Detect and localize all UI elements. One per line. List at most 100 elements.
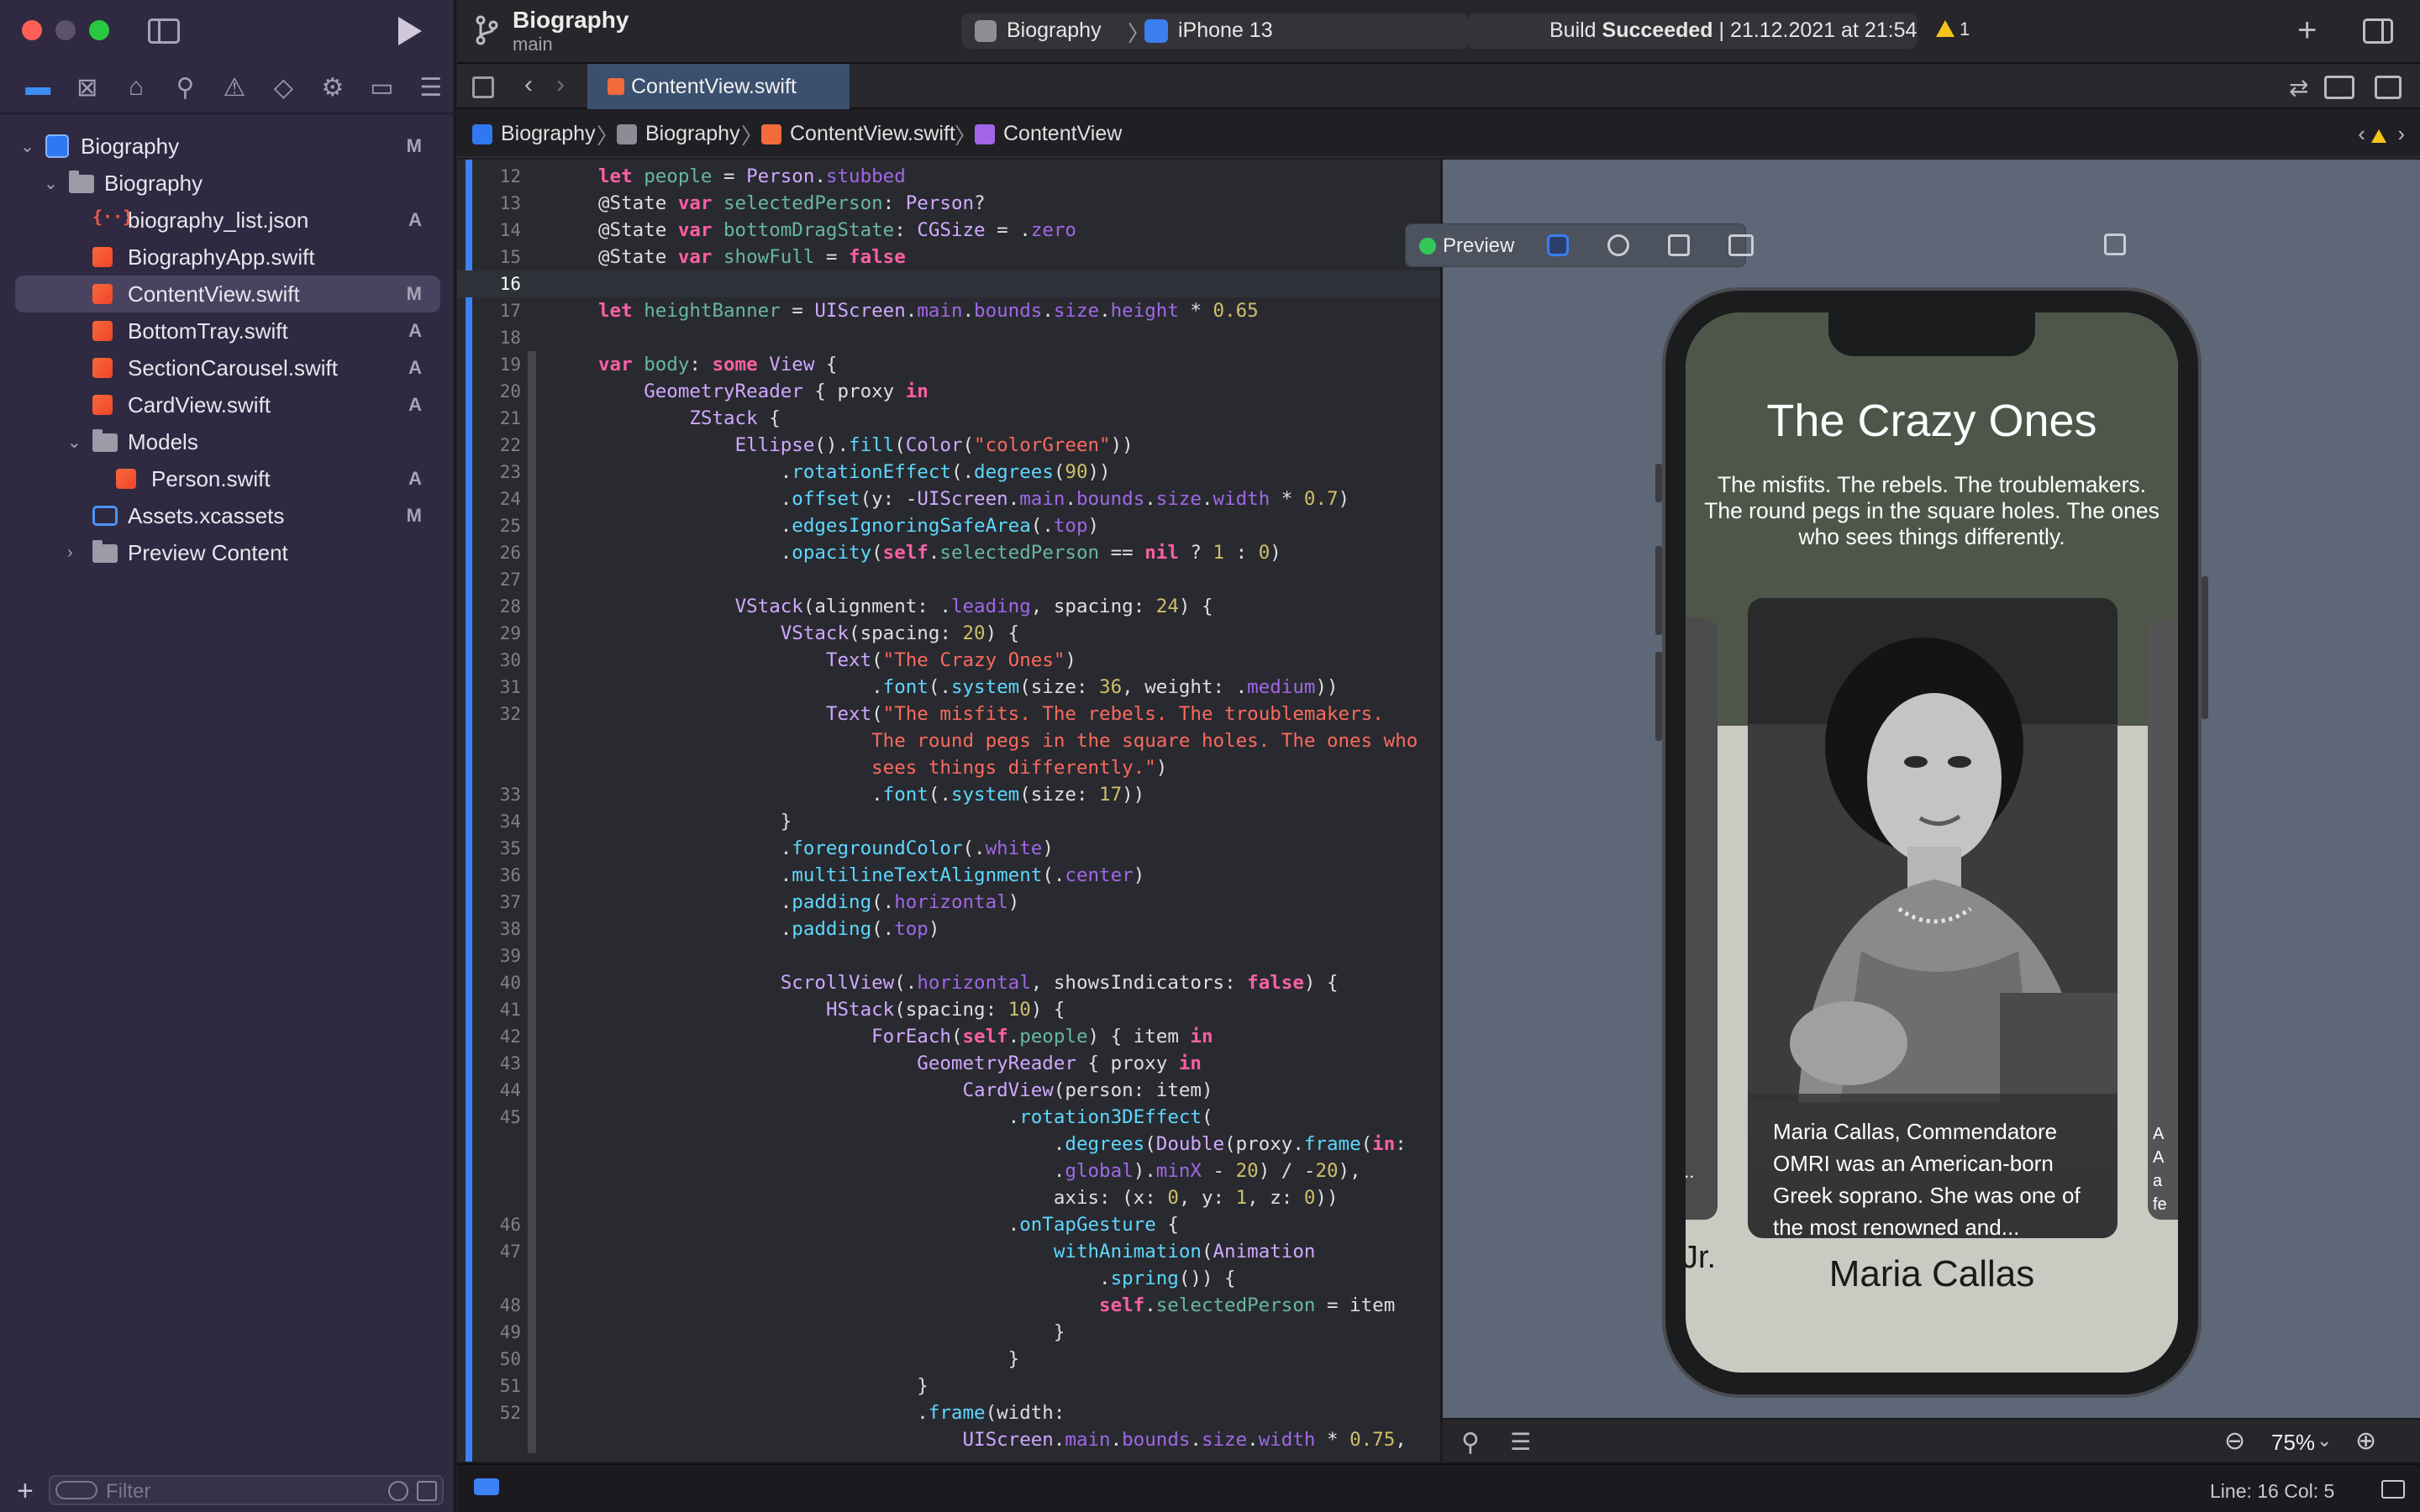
code-line[interactable]: 24 .offset(y: -UIScreen.main.bounds.size…: [457, 486, 1440, 512]
code-line[interactable]: 27: [457, 566, 1440, 593]
code-line[interactable]: 37 .padding(.horizontal): [457, 889, 1440, 916]
toggle-debug-area-icon[interactable]: [2381, 1480, 2405, 1499]
code-line[interactable]: 31 .font(.system(size: 36, weight: .medi…: [457, 674, 1440, 701]
fold-ribbon[interactable]: [528, 1319, 536, 1346]
fold-ribbon[interactable]: [528, 459, 536, 486]
fold-ribbon[interactable]: [528, 620, 536, 647]
card-previous[interactable]: ...: [1686, 618, 1718, 1220]
fold-ribbon[interactable]: [528, 674, 536, 701]
code-line[interactable]: 29 VStack(spacing: 20) {: [457, 620, 1440, 647]
code-line[interactable]: 15 @State var showFull = false: [457, 244, 1440, 270]
fold-ribbon[interactable]: [528, 1050, 536, 1077]
fold-ribbon[interactable]: [528, 1158, 536, 1184]
fold-ribbon[interactable]: [528, 996, 536, 1023]
fold-ribbon[interactable]: [528, 1292, 536, 1319]
code-line[interactable]: 13 @State var selectedPerson: Person?: [457, 190, 1440, 217]
code-line[interactable]: 51 }: [457, 1373, 1440, 1399]
code-line[interactable]: 43 GeometryReader { proxy in: [457, 1050, 1440, 1077]
code-line[interactable]: 45 .rotation3DEffect(: [457, 1104, 1440, 1131]
code-line[interactable]: 19 var body: some View {: [457, 351, 1440, 378]
tree-item[interactable]: ⌄ Models: [0, 423, 455, 460]
add-file-icon[interactable]: +: [17, 1475, 34, 1508]
code-line[interactable]: 42 ForEach(self.people) { item in: [457, 1023, 1440, 1050]
code-line[interactable]: 41 HStack(spacing: 10) {: [457, 996, 1440, 1023]
library-add-button[interactable]: +: [2297, 12, 2317, 50]
related-items-icon[interactable]: [472, 76, 494, 98]
device-settings-icon[interactable]: [1728, 234, 1754, 256]
scheme-selector[interactable]: Biography 〉 iPhone 13: [961, 13, 1470, 49]
fold-ribbon[interactable]: [528, 727, 536, 754]
fold-ribbon[interactable]: [528, 754, 536, 781]
code-line[interactable]: The round pegs in the square holes. The …: [457, 727, 1440, 754]
code-line[interactable]: 14 @State var bottomDragState: CGSize = .…: [457, 217, 1440, 244]
selectable-mode-icon[interactable]: [1607, 234, 1629, 256]
editor-options-icon[interactable]: [2324, 76, 2354, 99]
fold-ribbon[interactable]: [528, 781, 536, 808]
pin-icon[interactable]: ⚲: [1461, 1428, 1480, 1457]
chevron-down-icon[interactable]: ⌄: [44, 173, 58, 194]
back-icon[interactable]: ‹: [524, 71, 533, 99]
warning-indicator[interactable]: 1: [1936, 18, 1970, 40]
fold-ribbon[interactable]: [528, 969, 536, 996]
fold-ribbon[interactable]: [528, 593, 536, 620]
scheme-name[interactable]: Biography: [1007, 18, 1102, 43]
debug-area-icon[interactable]: [474, 1478, 499, 1495]
fold-ribbon[interactable]: [528, 1184, 536, 1211]
fold-ribbon[interactable]: [528, 889, 536, 916]
code-line[interactable]: 47 withAnimation(Animation: [457, 1238, 1440, 1265]
fold-ribbon[interactable]: [528, 486, 536, 512]
symbol-navigator-icon[interactable]: ⌂: [112, 71, 160, 104]
preview-screen[interactable]: The Crazy Ones The misfits. The rebels. …: [1686, 312, 2178, 1373]
code-line[interactable]: 12 let people = Person.stubbed: [457, 163, 1440, 190]
fold-ribbon[interactable]: [528, 432, 536, 459]
zoom-level[interactable]: 75%: [2271, 1430, 2315, 1456]
source-control-navigator-icon[interactable]: ⊠: [62, 71, 111, 104]
code-line[interactable]: 50 }: [457, 1346, 1440, 1373]
code-line[interactable]: 44 CardView(person: item): [457, 1077, 1440, 1104]
source-control-filter-icon[interactable]: [417, 1481, 437, 1501]
issue-navigation-icon[interactable]: ‹ ›: [2358, 121, 2405, 147]
code-line[interactable]: 28 VStack(alignment: .leading, spacing: …: [457, 593, 1440, 620]
fold-ribbon[interactable]: [528, 862, 536, 889]
breadcrumb-file[interactable]: ContentView.swift: [761, 122, 955, 146]
fold-ribbon[interactable]: [528, 647, 536, 674]
code-line[interactable]: 25 .edgesIgnoringSafeArea(.top): [457, 512, 1440, 539]
sidebar-toggle-icon[interactable]: [148, 18, 180, 44]
zoom-window-button[interactable]: [89, 20, 109, 40]
minimize-window-button[interactable]: [55, 20, 76, 40]
breadcrumb-folder[interactable]: Biography: [617, 122, 740, 146]
tree-item[interactable]: ContentView.swift M: [15, 276, 440, 312]
code-line[interactable]: 46 .onTapGesture {: [457, 1211, 1440, 1238]
code-line[interactable]: .global).minX - 20) / -20),: [457, 1158, 1440, 1184]
chevron-down-icon[interactable]: ⌄: [67, 432, 82, 453]
tree-item[interactable]: CardView.swift A: [0, 386, 455, 423]
code-line[interactable]: 22 Ellipse().fill(Color("colorGreen")): [457, 432, 1440, 459]
code-line[interactable]: 20 GeometryReader { proxy in: [457, 378, 1440, 405]
tree-item[interactable]: {··} biography_list.json A: [0, 202, 455, 239]
fold-ribbon[interactable]: [528, 916, 536, 942]
fold-ribbon[interactable]: [528, 1346, 536, 1373]
live-mode-icon[interactable]: [1547, 234, 1569, 256]
code-line[interactable]: sees things differently."): [457, 754, 1440, 781]
report-navigator-icon[interactable]: ☰: [407, 71, 455, 104]
code-line[interactable]: 34 }: [457, 808, 1440, 835]
code-line[interactable]: 26 .opacity(self.selectedPerson == nil ?…: [457, 539, 1440, 566]
tab-contentview-swift[interactable]: ContentView.swift: [587, 64, 850, 109]
tree-item[interactable]: › Preview Content: [0, 534, 455, 571]
fold-ribbon[interactable]: [528, 835, 536, 862]
zoom-out-icon[interactable]: ⊖: [2224, 1426, 2245, 1456]
fold-ribbon[interactable]: [528, 1399, 536, 1426]
fold-ribbon[interactable]: [528, 566, 536, 593]
fold-ribbon[interactable]: [528, 539, 536, 566]
code-line[interactable]: 35 .foregroundColor(.white): [457, 835, 1440, 862]
code-line[interactable]: 39: [457, 942, 1440, 969]
tree-item[interactable]: Person.swift A: [0, 460, 455, 497]
tree-item[interactable]: SectionCarousel.swift A: [0, 349, 455, 386]
chevron-right-icon[interactable]: ›: [67, 543, 73, 563]
filter-input[interactable]: Filter: [49, 1475, 444, 1505]
fold-ribbon[interactable]: [528, 701, 536, 727]
source-editor[interactable]: 12 let people = Person.stubbed 13 @State va…: [457, 160, 1440, 1462]
close-window-button[interactable]: [22, 20, 42, 40]
duplicate-preview-icon[interactable]: [2104, 234, 2126, 255]
code-line[interactable]: .degrees(Double(proxy.frame(in:: [457, 1131, 1440, 1158]
